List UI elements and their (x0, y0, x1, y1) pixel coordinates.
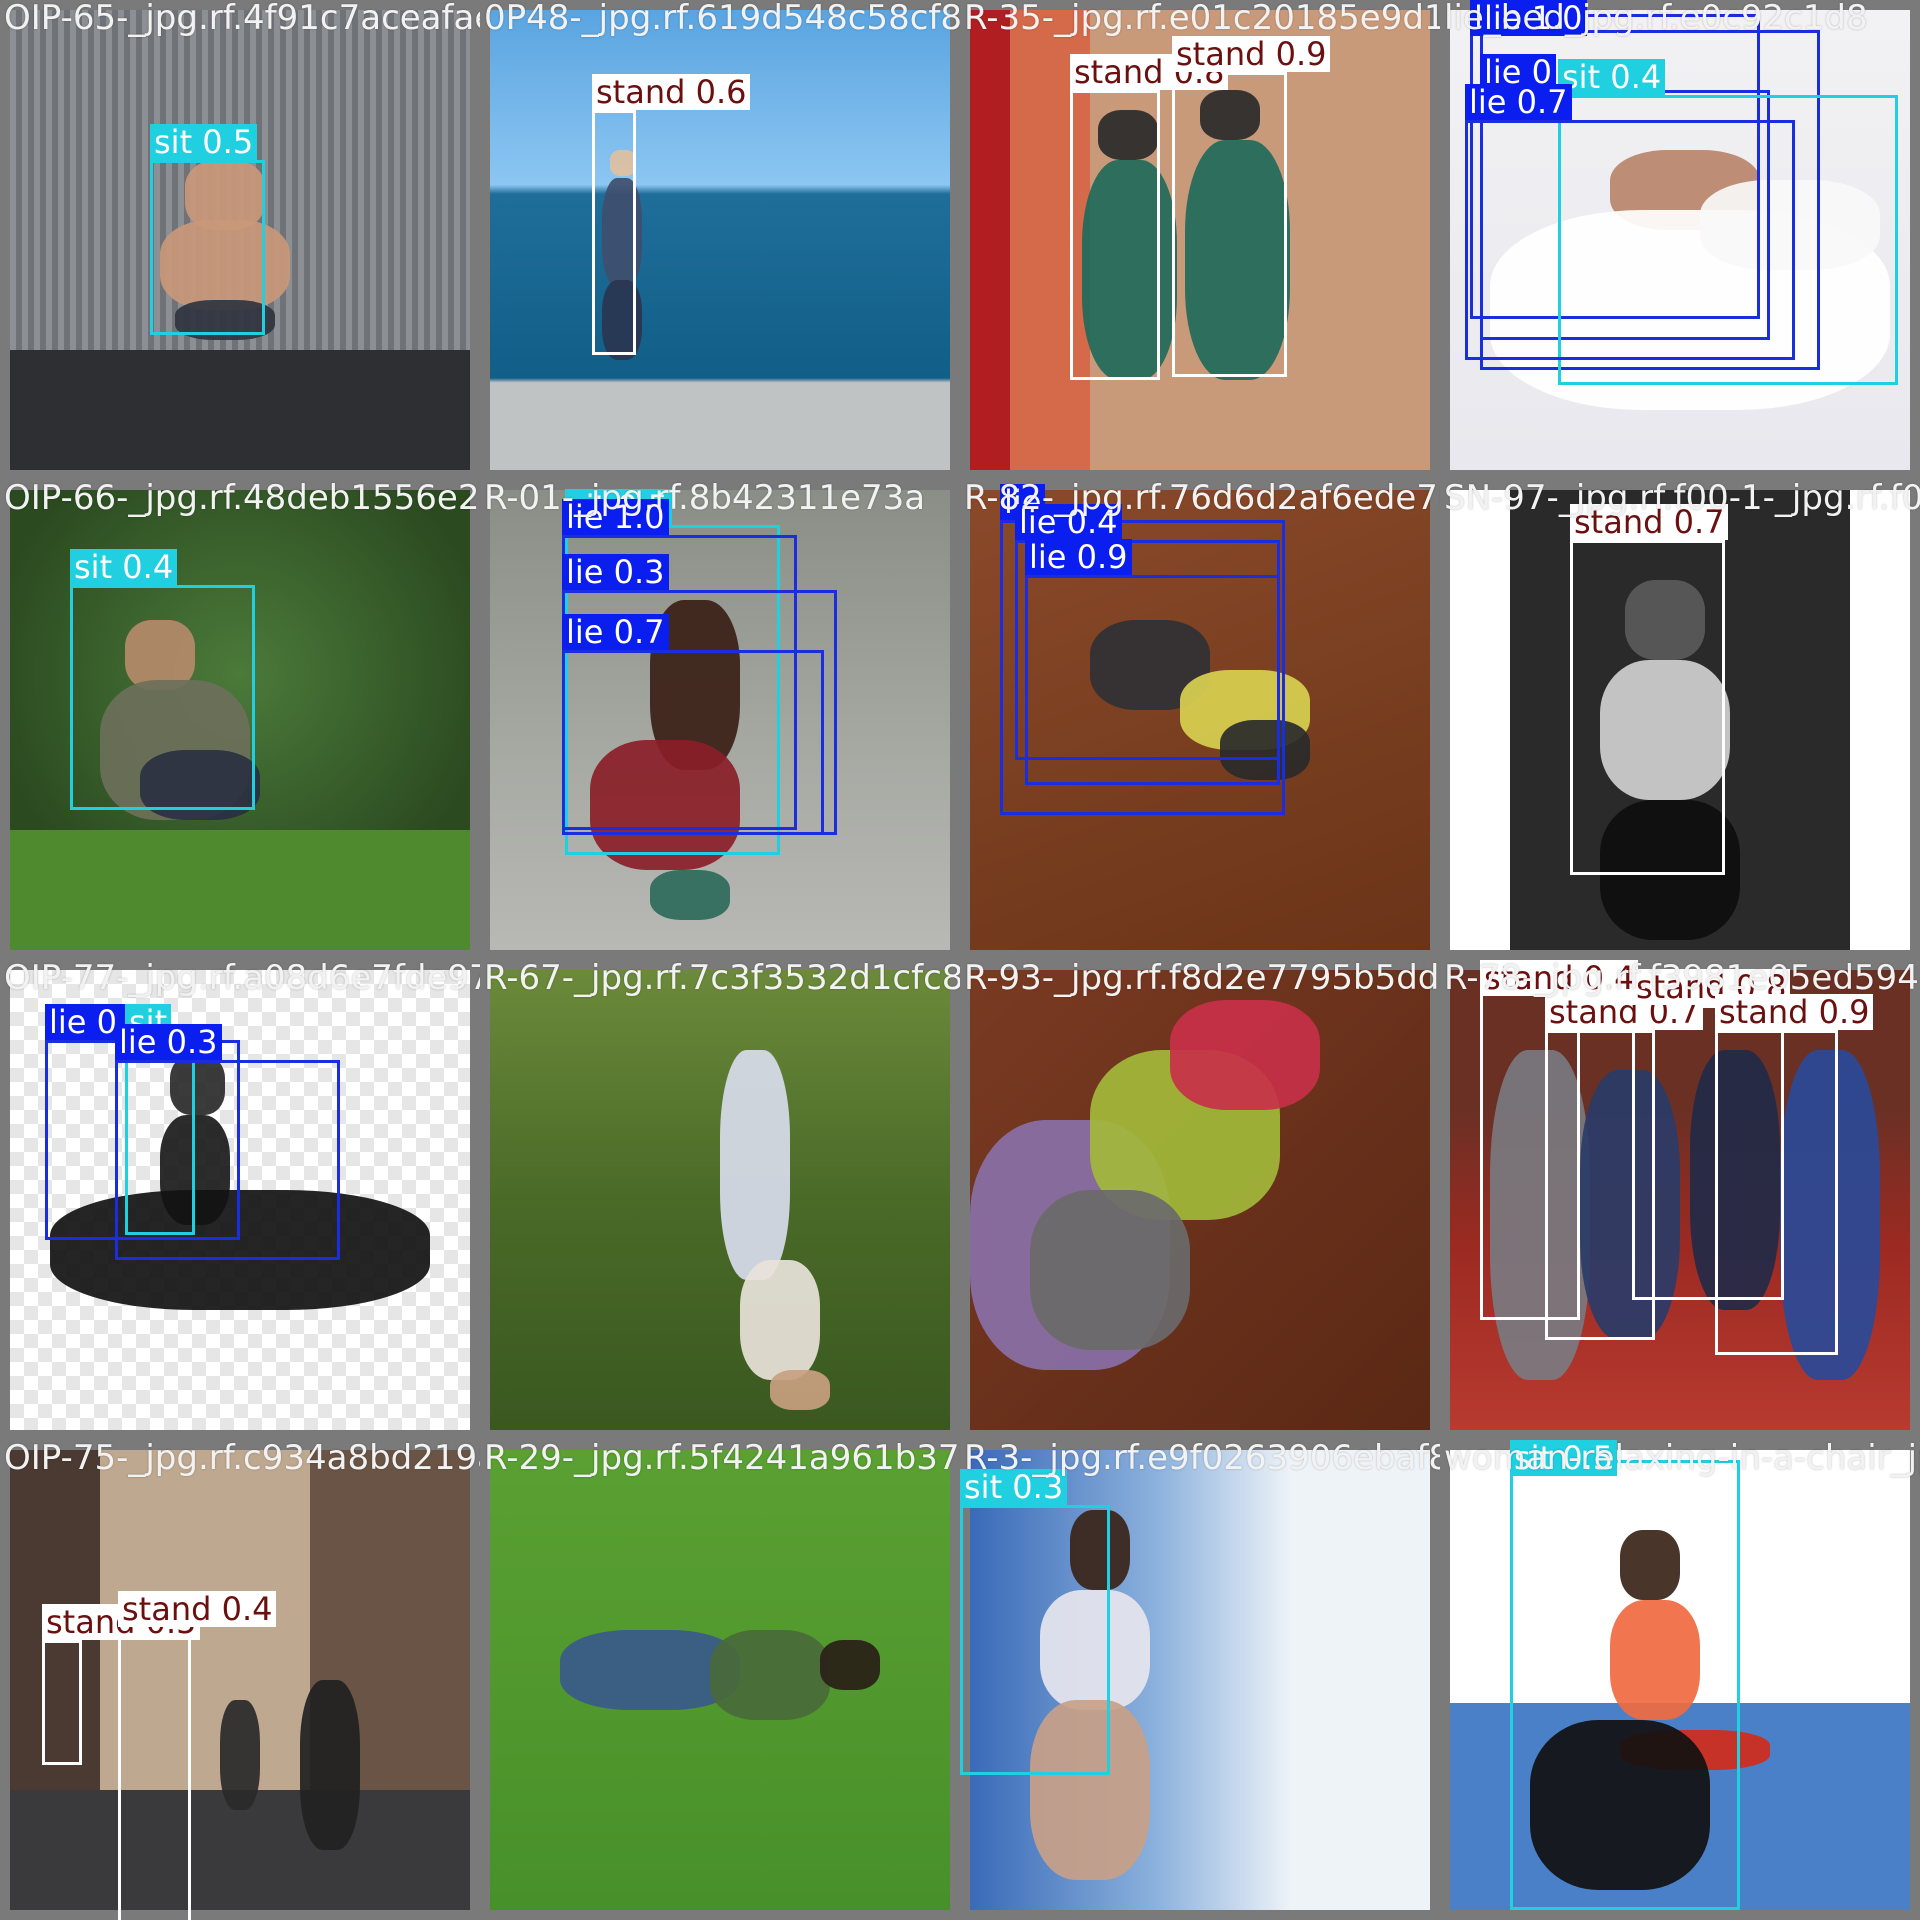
image-tile: R-82-_jpg.rf.76d6d2af6ede7b4999lielie 0.… (960, 480, 1440, 960)
person-shape (710, 1630, 830, 1720)
detection-label: lie 0.7 (1465, 84, 1572, 120)
detection-label: stand 0.9 (1715, 994, 1874, 1030)
image-tile: R-67-_jpg.rf.7c3f3532d1cfc86 (480, 960, 960, 1440)
detection-label: stand 0.6 (592, 74, 751, 110)
image-tile: R-29-_jpg.rf.5f4241a961b37f9c3a7 (480, 1440, 960, 1920)
detection-mosaic: OIP-65-_jpg.rf.4f91c7aceafae2f48032c0461… (0, 0, 1920, 1920)
detection-label: lie 0.9 (1025, 539, 1132, 575)
floor-shape (10, 350, 470, 470)
image-tile: OIP-77-_jpg.rf.a08d6e7fde97 lie 0.3 sit lie… (0, 960, 480, 1440)
sit-bounding-box (960, 1505, 1110, 1775)
image-tile: lie_bed_jpg.rf.e0c92c1d8lie 0.9lie 1.0li… (1440, 0, 1920, 480)
person-shape (220, 1700, 260, 1810)
stand-bounding-box (1070, 90, 1160, 380)
detection-label: stand 0.9 (1172, 36, 1331, 72)
floor-shape (10, 830, 470, 950)
image-tile: R-01-_jpg.rf.8b42311e73asit 0.5lie 1.0li… (480, 480, 960, 960)
filename-label: R-35-_jpg.rf.e01c20185e9d19 (964, 0, 1440, 38)
sit-bounding-box (70, 585, 255, 810)
image-tile: OIP-66-_jpg.rf.48deb1556e2b401af12f47842… (0, 480, 480, 960)
sit-bounding-box (1510, 1460, 1740, 1910)
person-shape (650, 870, 730, 920)
filename-label: 0P48-_jpg.rf.619d548c58cf80255 (484, 0, 960, 38)
stand-bounding-box (1715, 1030, 1838, 1355)
sit-bounding-box (150, 160, 265, 335)
person-shape (820, 1640, 880, 1690)
image-tile: R-35-_jpg.rf.e01c20185e9d19 stand 0.8 stan… (960, 0, 1440, 480)
detection-label: lie 0.7 (562, 614, 669, 650)
stand-bounding-box (1172, 72, 1287, 377)
filename-label: R-82-_jpg.rf.76d6d2af6ede7b4999 (964, 480, 1440, 518)
photo (970, 970, 1430, 1430)
photo (490, 970, 950, 1430)
detection-label: sit 0.4 (1558, 59, 1666, 95)
filename-label: OIP-75-_jpg.rf.c934a8bd219ad5df5f4 (4, 1440, 480, 1478)
filename-label: R-78-_jpg.rf.f3981e05ed59480 (1444, 960, 1920, 998)
stand-bounding-box (592, 110, 636, 355)
image-tile: OIP-75-_jpg.rf.c934a8bd219ad5df5f4stand … (0, 1440, 480, 1920)
filename-label: R-3-_jpg.rf.e9f0263906ebaf8be0 (964, 1440, 1440, 1478)
lie-bounding-box (1465, 120, 1795, 360)
person-shape (1030, 1190, 1190, 1350)
detection-label: stand 0.4 (118, 1591, 277, 1627)
image-tile: R-78-_jpg.rf.f3981e05ed59480 stand 0.4 sta… (1440, 960, 1920, 1440)
image-tile: 0P48-_jpg.rf.619d548c58cf80255stand 0.6 (480, 0, 960, 480)
image-tile: OIP-65-_jpg.rf.4f91c7aceafae2f48032c0461… (0, 0, 480, 480)
person-shape (770, 1370, 830, 1410)
person-shape (740, 1260, 820, 1380)
stand-bounding-box (42, 1640, 82, 1765)
filename-label: OIP-77-_jpg.rf.a08d6e7fde97 (4, 960, 480, 998)
detection-label: sit 0.5 (150, 124, 258, 160)
filename-label: lie_bed_jpg.rf.e0c92c1d8 (1444, 0, 1868, 38)
photo (490, 1450, 950, 1910)
stand-bounding-box (1570, 540, 1725, 875)
image-tile: R-3-_jpg.rf.e9f0263906ebaf8be0sit 0.3 (960, 1440, 1440, 1920)
lie-bounding-box (115, 1060, 340, 1260)
filename-label: R-29-_jpg.rf.5f4241a961b37f9c3a7 (484, 1440, 960, 1478)
image-tile: R-93-_jpg.rf.f8d2e7795b5dda78 (960, 960, 1440, 1440)
person-shape (300, 1680, 360, 1850)
person-shape (1170, 1000, 1320, 1110)
filename-label: SN-97-_jpg.rf.f00-1-_jpg.rf.f00 (1444, 480, 1920, 518)
detection-label: lie 0.3 (562, 554, 669, 590)
filename-label: OIP-66-_jpg.rf.48deb1556e2b401af12f47842 (4, 480, 480, 518)
filename-label: R-93-_jpg.rf.f8d2e7795b5dda78 (964, 960, 1440, 998)
detection-label: lie 0.3 (115, 1024, 222, 1060)
stand-bounding-box (118, 1627, 191, 1920)
image-tile: SN-97-_jpg.rf.f00-1-_jpg.rf.f00 stand 0.7 (1440, 480, 1920, 960)
filename-label: R-67-_jpg.rf.7c3f3532d1cfc86 (484, 960, 960, 998)
person-shape (720, 1050, 790, 1280)
filename-label: R-01-_jpg.rf.8b42311e73a (484, 480, 926, 518)
image-tile: woman-relaxing-in-a-chair_jpg.rfsit 0.5 (1440, 1440, 1920, 1920)
filename-label: woman-relaxing-in-a-chair_jpg.rf (1444, 1440, 1920, 1478)
lie-bounding-box (562, 650, 824, 835)
lie-bounding-box (1025, 575, 1280, 785)
filename-label: OIP-65-_jpg.rf.4f91c7aceafae2f48032c0461… (4, 0, 480, 38)
detection-label: sit 0.4 (70, 549, 178, 585)
